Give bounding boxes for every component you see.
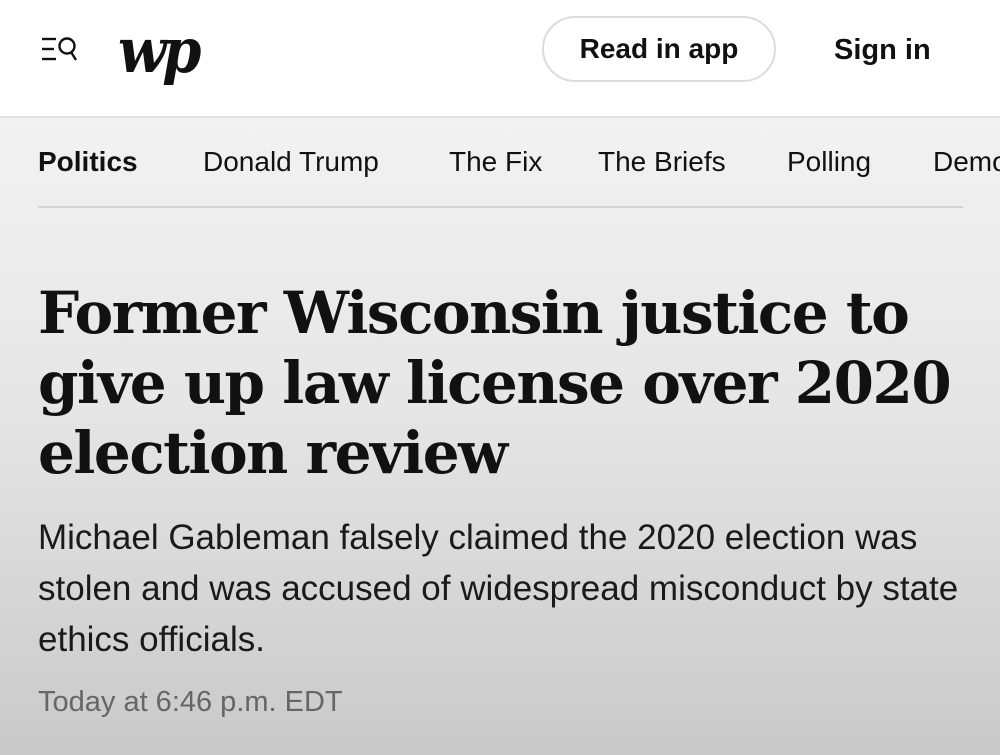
article-timestamp: Today at 6:46 p.m. EDT [38,686,343,718]
nav-item-donald-trump[interactable]: Donald Trump [203,144,379,180]
nav-item-the-briefs[interactable]: The Briefs [598,144,726,180]
article-dek: Michael Gableman falsely claimed the 202… [38,518,959,659]
article-headline: Former Wisconsin justice to give up law … [38,279,952,487]
washington-post-logo[interactable]: wp [118,16,201,86]
nav-item-the-fix[interactable]: The Fix [449,144,542,180]
nav-item-democracy[interactable]: Democracy [933,144,1000,180]
section-nav: Politics Donald Trump The Fix The Briefs… [38,130,1000,192]
top-header: wp Read in app Sign in [0,0,1000,118]
nav-item-polling[interactable]: Polling [787,144,871,180]
nav-item-politics[interactable]: Politics [38,144,138,180]
nav-divider [38,206,963,208]
read-in-app-button[interactable]: Read in app [542,16,776,82]
sign-in-link[interactable]: Sign in [834,30,931,70]
menu-search-icon[interactable] [40,34,80,66]
